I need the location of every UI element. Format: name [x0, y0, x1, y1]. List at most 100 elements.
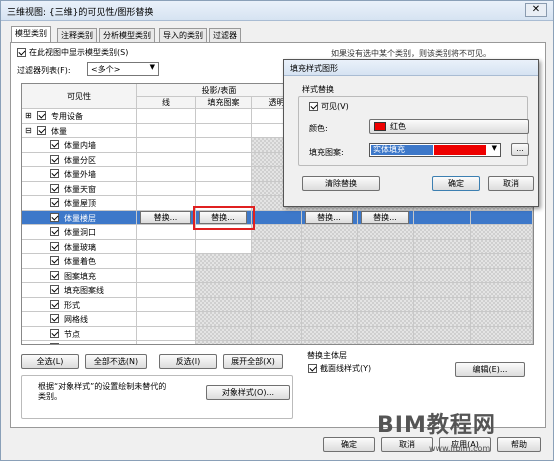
grid-cell[interactable]	[471, 210, 533, 225]
table-row[interactable]: 体量着色	[22, 254, 137, 269]
color-button[interactable]: 红色	[369, 119, 529, 134]
row-visibility-checkbox[interactable]	[50, 241, 59, 251]
select-all-button[interactable]: 全选(L)	[21, 354, 79, 369]
row-visibility-checkbox[interactable]	[50, 270, 59, 280]
cancel-button[interactable]: 取消	[381, 437, 433, 452]
table-row[interactable]: 隐藏线	[22, 341, 137, 344]
row-visibility-checkbox[interactable]	[50, 343, 59, 344]
pattern-more-button[interactable]: ...	[511, 143, 529, 156]
table-row[interactable]: 填充图案线	[22, 283, 137, 298]
grid-cell[interactable]	[414, 210, 471, 225]
row-visibility-checkbox[interactable]	[50, 212, 59, 222]
invert-button[interactable]: 反选(I)	[159, 354, 217, 369]
table-row[interactable]: 体量楼层	[22, 210, 137, 225]
watermark-logo: BIM教程网	[377, 413, 496, 438]
dialog-cancel-button[interactable]: 取消	[488, 176, 534, 191]
grid-cell[interactable]	[252, 210, 302, 225]
grid-cell[interactable]	[196, 138, 252, 153]
override-button[interactable]: 替换...	[140, 210, 191, 224]
row-visibility-checkbox[interactable]	[50, 183, 59, 193]
grid-cell[interactable]	[137, 109, 196, 124]
table-row[interactable]: 体量天窗	[22, 181, 137, 196]
object-style-note: 根据“对象样式”的设置绘制未替代的类别。	[38, 382, 167, 401]
grid-cell[interactable]	[137, 152, 196, 167]
row-label: 专用设备	[51, 112, 83, 121]
grid-cell[interactable]	[137, 167, 196, 182]
dialog-ok-button[interactable]: 确定	[432, 176, 480, 191]
override-button[interactable]: 替换...	[361, 210, 409, 224]
row-visibility-checkbox[interactable]	[50, 285, 59, 294]
checkbox-icon[interactable]	[17, 48, 26, 57]
ok-button[interactable]: 确定	[323, 437, 375, 452]
table-row[interactable]: 体量洞口	[22, 225, 137, 240]
row-visibility-checkbox[interactable]	[50, 314, 59, 323]
row-visibility-checkbox[interactable]	[37, 125, 46, 135]
table-row[interactable]: ⊟ 体量	[22, 123, 137, 138]
visible-checkbox[interactable]: 可见(V)	[309, 101, 349, 112]
grid-cell[interactable]	[137, 297, 196, 312]
grid-cell[interactable]	[137, 225, 196, 240]
object-styles-button[interactable]: 对象样式(O)...	[206, 385, 290, 400]
show-categories-checkbox[interactable]: 在此视图中显示模型类别(S)	[17, 47, 128, 58]
tab-filters[interactable]: 过滤器	[209, 28, 241, 42]
row-visibility-checkbox[interactable]	[50, 227, 59, 236]
row-visibility-checkbox[interactable]	[50, 154, 59, 164]
grid-cell[interactable]	[137, 341, 196, 344]
collapse-icon[interactable]: ⊟	[25, 126, 32, 135]
grid-cell[interactable]: 替换...	[137, 210, 196, 225]
filter-list-select[interactable]: <多个> ▼	[87, 62, 159, 76]
grid-cell[interactable]	[196, 181, 252, 196]
row-visibility-checkbox[interactable]	[50, 256, 59, 265]
chevron-down-icon: ▼	[491, 144, 497, 152]
tab-analytical-categories[interactable]: 分析模型类别	[99, 28, 155, 42]
table-row[interactable]: 体量内墙	[22, 138, 137, 153]
row-visibility-checkbox[interactable]	[50, 140, 59, 149]
grid-cell[interactable]: 替换...	[358, 210, 414, 225]
expand-icon[interactable]: ⊞	[25, 111, 32, 120]
tab-imported-categories[interactable]: 导入的类别	[159, 28, 207, 42]
grid-cell[interactable]	[137, 138, 196, 153]
table-row[interactable]: 形式	[22, 297, 137, 312]
grid-cell[interactable]	[196, 167, 252, 182]
tab-model-categories[interactable]: 模型类别	[11, 26, 51, 42]
grid-cell[interactable]	[137, 123, 196, 138]
grid-cell[interactable]	[137, 254, 196, 269]
clear-overrides-button[interactable]: 清除替换	[302, 176, 380, 191]
grid-cell[interactable]	[196, 123, 252, 138]
checkbox-icon[interactable]	[309, 102, 318, 111]
grid-cell[interactable]	[137, 312, 196, 327]
tab-annotation-categories[interactable]: 注释类别	[57, 28, 97, 42]
table-row[interactable]: 体量屋顶	[22, 196, 137, 211]
override-button[interactable]: 替换...	[305, 210, 353, 224]
expand-all-button[interactable]: 展开全部(X)	[223, 354, 283, 369]
grid-cell[interactable]	[137, 268, 196, 283]
row-visibility-checkbox[interactable]	[50, 299, 59, 309]
edit-button[interactable]: 编辑(E)...	[455, 362, 525, 377]
table-row[interactable]: 网格线	[22, 312, 137, 327]
table-row[interactable]: 体量分区	[22, 152, 137, 167]
cut-line-styles-checkbox[interactable]: 截面线样式(Y)	[308, 363, 371, 374]
grid-cell[interactable]	[196, 109, 252, 124]
table-row[interactable]: 体量外墙	[22, 167, 137, 182]
grid-cell[interactable]: 替换...	[302, 210, 358, 225]
grid-cell[interactable]	[196, 239, 252, 254]
select-none-button[interactable]: 全部不选(N)	[85, 354, 147, 369]
table-row[interactable]: 体量玻璃	[22, 239, 137, 254]
row-visibility-checkbox[interactable]	[37, 111, 46, 120]
grid-cell[interactable]	[137, 181, 196, 196]
row-visibility-checkbox[interactable]	[50, 198, 59, 207]
close-button[interactable]: ✕	[525, 3, 547, 17]
grid-cell[interactable]	[196, 152, 252, 167]
table-row[interactable]: 节点	[22, 326, 137, 341]
grid-cell[interactable]	[137, 196, 196, 211]
grid-cell[interactable]	[137, 283, 196, 298]
pattern-select[interactable]: 实体填充 ▼	[369, 143, 501, 157]
row-visibility-checkbox[interactable]	[50, 169, 59, 178]
grid-cell[interactable]	[137, 326, 196, 341]
row-visibility-checkbox[interactable]	[50, 328, 59, 338]
checkbox-icon[interactable]	[308, 364, 317, 373]
table-row[interactable]: ⊞ 专用设备	[22, 109, 137, 124]
grid-cell[interactable]	[137, 239, 196, 254]
help-button[interactable]: 帮助	[497, 437, 541, 452]
table-row[interactable]: 图案填充	[22, 268, 137, 283]
